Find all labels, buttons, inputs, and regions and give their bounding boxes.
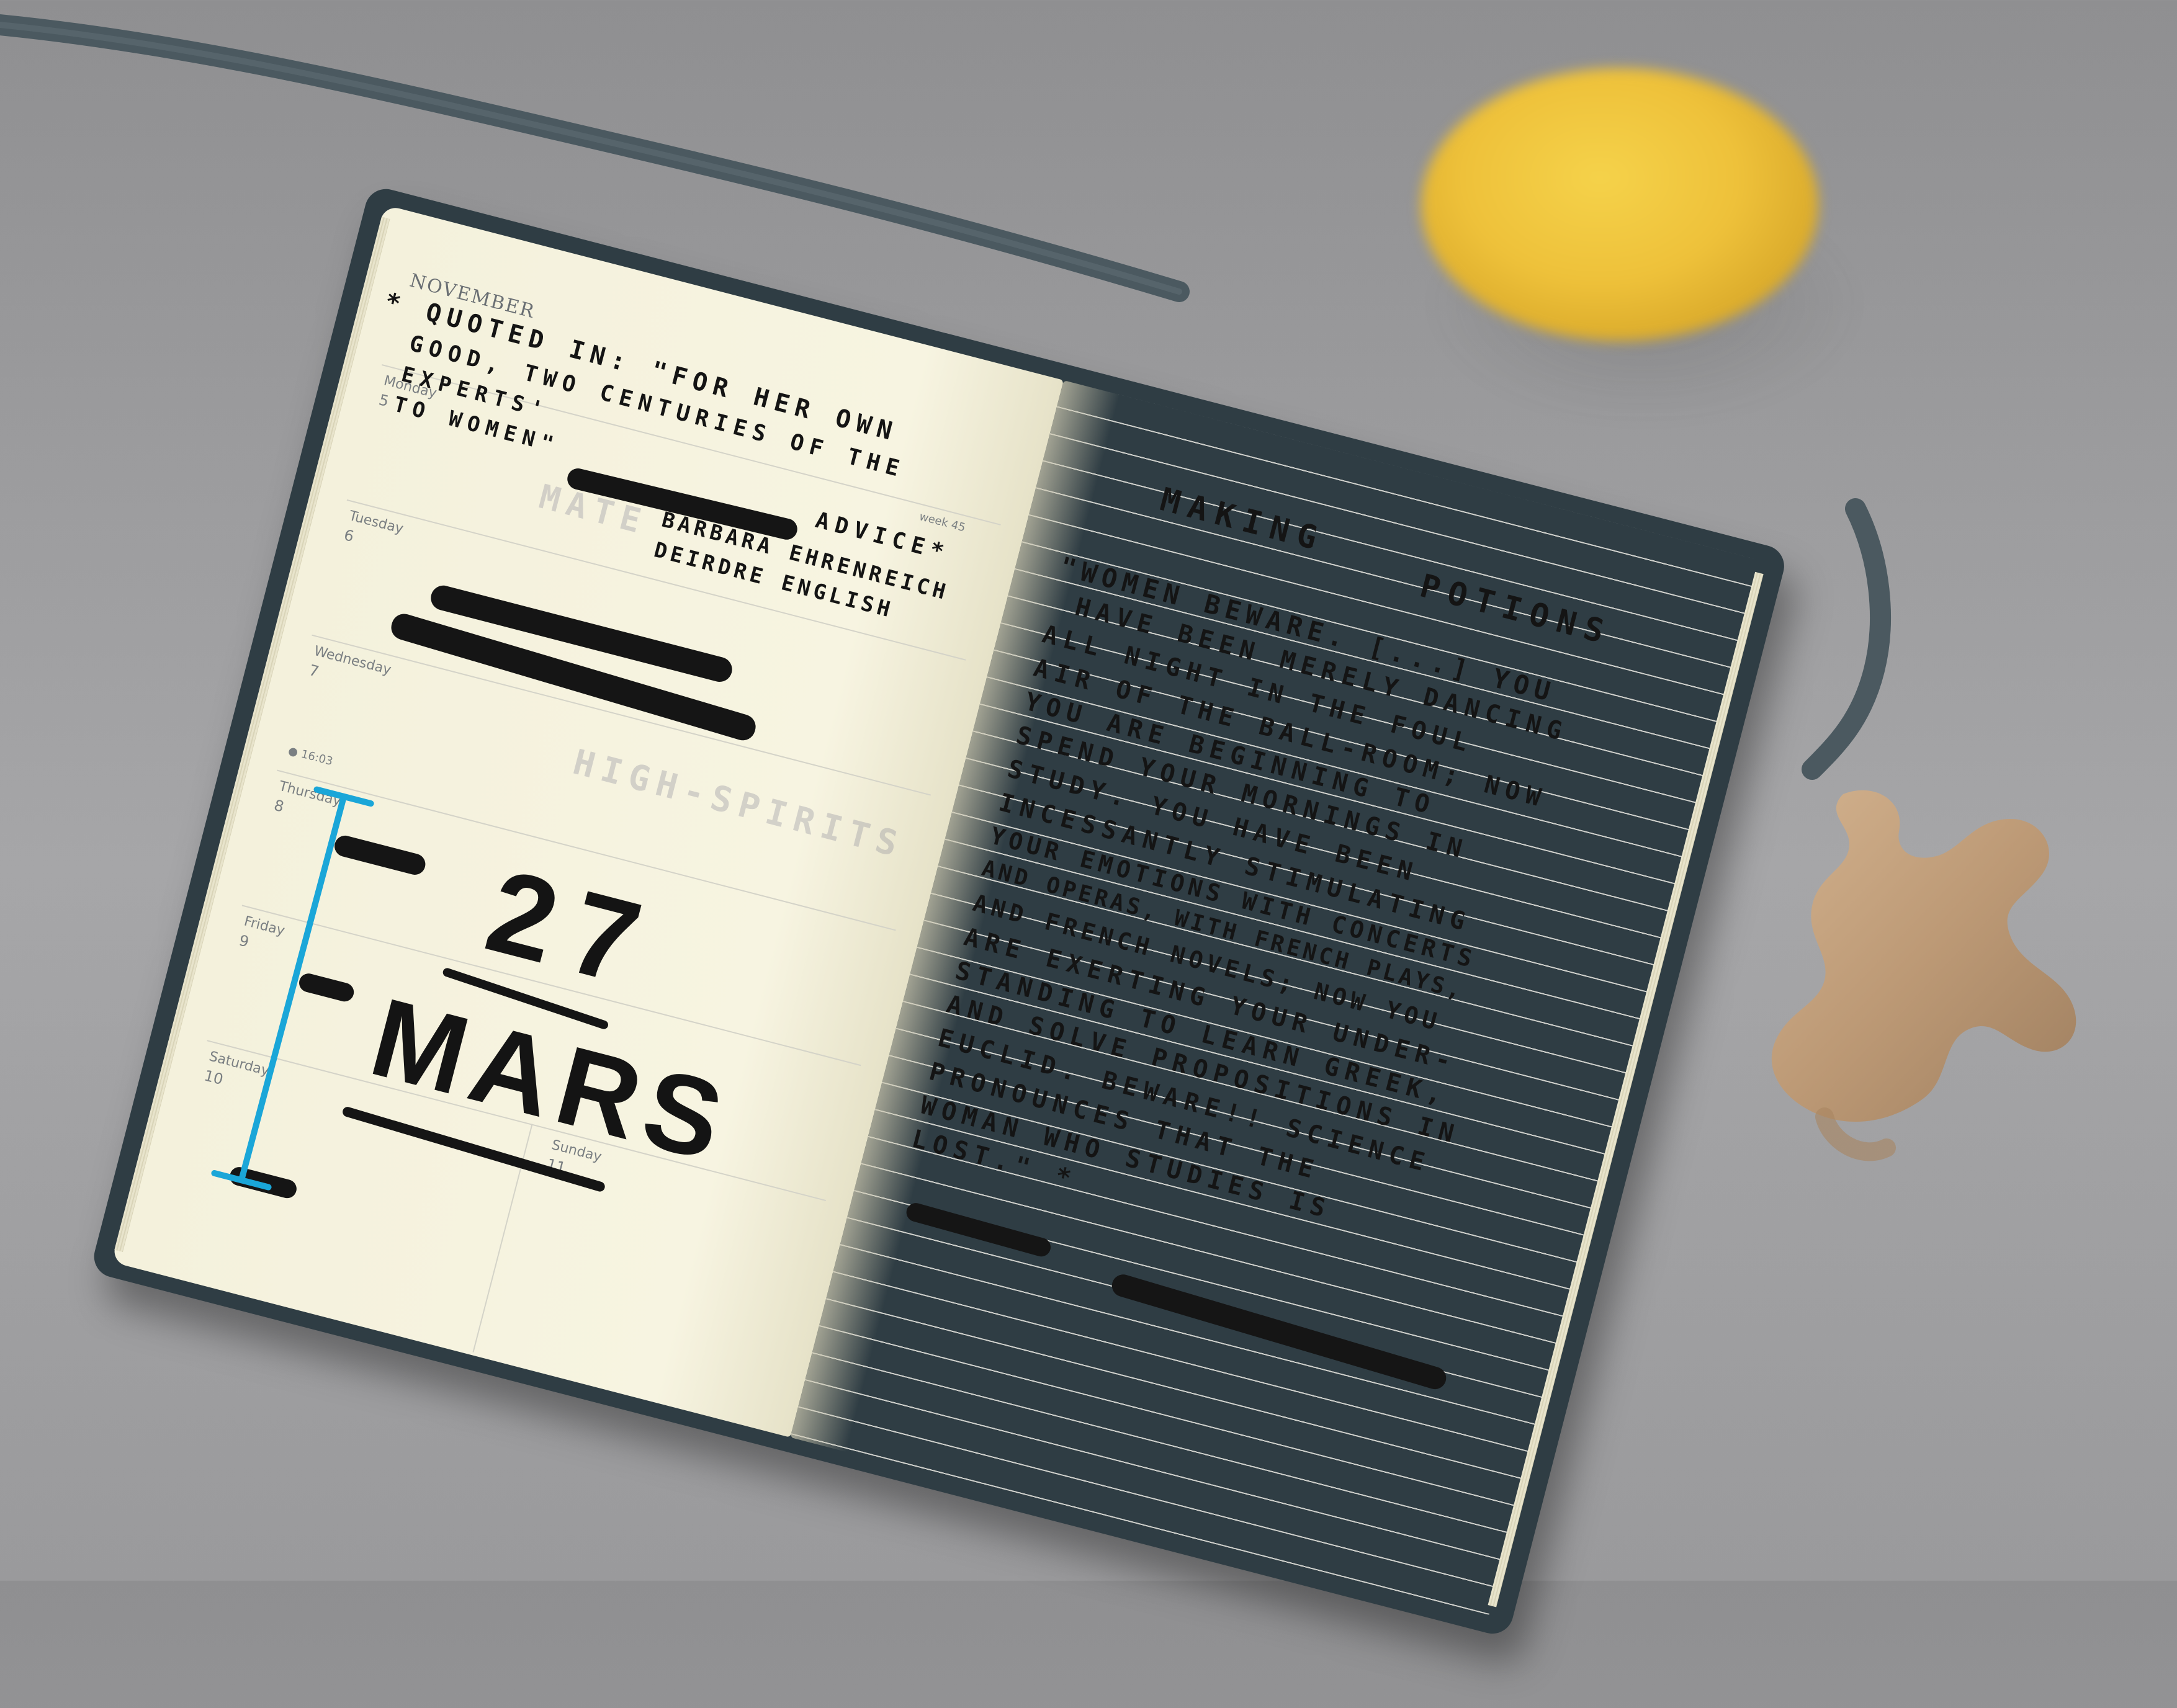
day-num-tuesday: 6 bbox=[342, 526, 356, 545]
title-potions: POTIONS bbox=[1416, 567, 1617, 653]
ginger-root bbox=[1771, 790, 2076, 1161]
moon-phase-time: ● 16:03 bbox=[287, 744, 334, 769]
redaction-scribble bbox=[1109, 1271, 1449, 1392]
show-through-text: HIGH-SPIRITS bbox=[568, 741, 909, 867]
quote-body: "WOMEN BEWARE. [...] YOU HAVE BEEN MEREL… bbox=[907, 551, 1579, 1294]
day-name-wednesday: Wednesday bbox=[312, 643, 393, 678]
lemon bbox=[1421, 68, 1818, 341]
big-number-27: 27 bbox=[474, 844, 671, 1014]
day-num-monday: 5 bbox=[377, 391, 391, 411]
day-num-wednesday: 7 bbox=[307, 661, 321, 681]
title-making: MAKING bbox=[1156, 481, 1329, 560]
moon-time-text: 16:03 bbox=[299, 747, 334, 769]
photo-scene: NOVEMBER week 45 Monday 5 Tuesday 6 Wedn… bbox=[0, 0, 2177, 1639]
redaction-scribble bbox=[904, 1201, 1053, 1259]
